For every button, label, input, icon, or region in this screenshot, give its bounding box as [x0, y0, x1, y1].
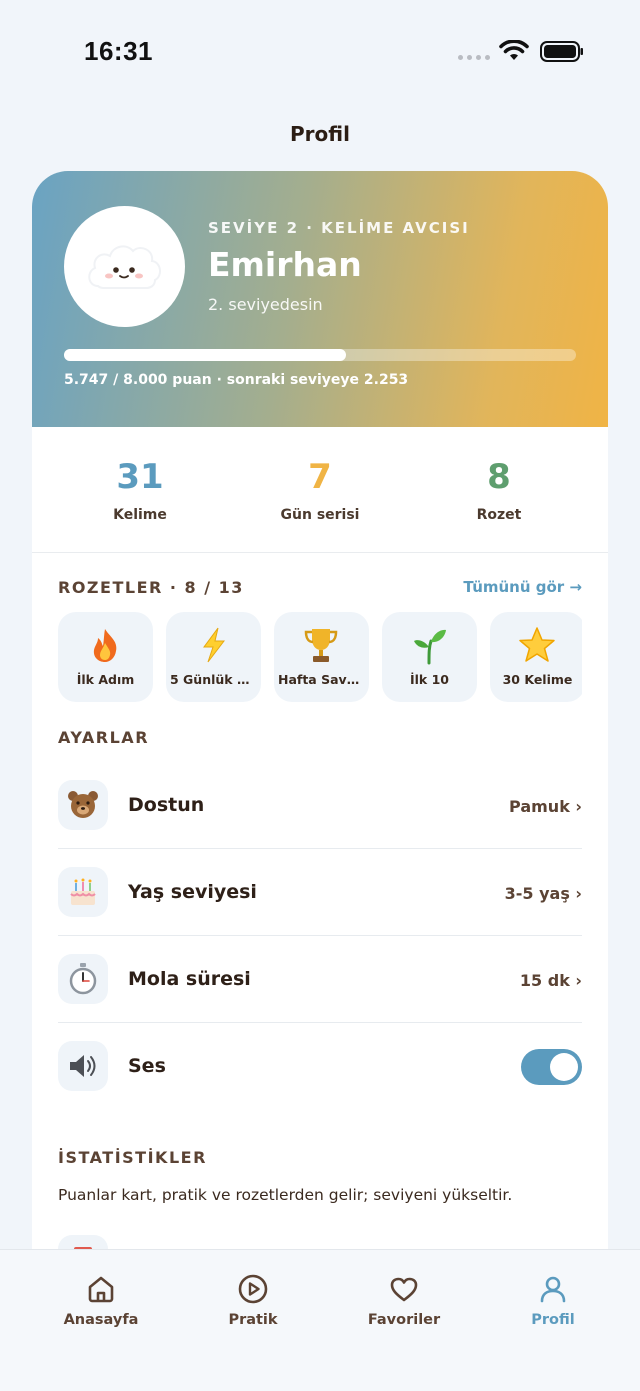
statistics-section-title: İSTATİSTİKLER	[58, 1148, 207, 1167]
tab-label: Favoriler	[367, 1312, 441, 1328]
row-label: Mola süresi	[128, 968, 251, 990]
badge-item[interactable]: İlk Adım	[58, 612, 153, 702]
stat-words: 31 Kelime	[50, 457, 230, 523]
home-icon	[88, 1276, 114, 1303]
settings-row-age-level[interactable]: Yaş seviyesi 3-5 yaş ›	[58, 849, 582, 936]
stat-badges: 8 Rozet	[409, 457, 589, 523]
badges-carousel[interactable]: İlk Adım 5 Günlük Seri Hafta Savaşçısı	[58, 612, 582, 702]
level-subtitle: 2. seviyedesin	[208, 295, 323, 314]
badge-item[interactable]: İlk 10	[382, 612, 477, 702]
cake-icon	[58, 867, 108, 917]
cloud-mascot-icon	[88, 245, 161, 289]
row-value: Pamuk ›	[509, 797, 582, 816]
stopwatch-icon	[58, 954, 108, 1004]
lightning-icon	[203, 627, 226, 663]
battery-icon	[540, 41, 583, 62]
badge-item[interactable]: 5 Günlük Seri	[166, 612, 261, 702]
badges-section-title: ROZETLER · 8 / 13	[58, 578, 244, 597]
see-all-badges-link[interactable]: Tümünü gör →	[463, 578, 582, 596]
settings-row-break-duration[interactable]: Mola süresi 15 dk ›	[58, 936, 582, 1023]
avatar[interactable]	[64, 206, 185, 327]
statistics-description: Puanlar kart, pratik ve rozetlerden geli…	[58, 1186, 513, 1204]
badge-label: 30 Kelime	[502, 672, 573, 687]
signal-icon	[458, 55, 490, 60]
seedling-icon	[414, 629, 446, 665]
status-time: 16:31	[84, 36, 153, 66]
badge-label: İlk 10	[410, 672, 449, 687]
fire-icon	[93, 629, 117, 662]
play-icon	[238, 1274, 268, 1304]
wifi-icon	[499, 40, 529, 60]
tab-home[interactable]: Anasayfa	[31, 1272, 171, 1328]
row-value: 3-5 yaş ›	[504, 884, 582, 903]
trophy-icon	[304, 629, 338, 662]
speaker-icon	[58, 1041, 108, 1091]
sound-toggle[interactable]	[521, 1049, 582, 1085]
stats-row: 31 Kelime 7 Gün serisi 8 Rozet	[32, 427, 608, 553]
stat-label: Gün serisi	[280, 507, 360, 523]
tab-practice[interactable]: Pratik	[183, 1272, 323, 1328]
page-title: Profil	[290, 122, 350, 146]
status-bar: 16:31	[0, 0, 640, 100]
user-name: Emirhan	[208, 245, 362, 284]
progress-text: 5.747 / 8.000 puan · sonraki seviyeye 2.…	[64, 372, 409, 388]
profile-card: SEVİYE 2 · KELİME AVCISI Emirhan 2. sevi…	[32, 171, 608, 1271]
badge-item[interactable]: 30 Kelime	[490, 612, 582, 702]
tab-profile[interactable]: Profil	[483, 1272, 623, 1328]
stat-value: 8	[487, 457, 511, 497]
settings-row-companion[interactable]: Dostun Pamuk ›	[58, 762, 582, 849]
level-label: SEVİYE 2 · KELİME AVCISI	[208, 219, 470, 237]
heart-icon	[390, 1277, 418, 1302]
badge-label: İlk Adım	[76, 672, 135, 687]
settings-section-title: AYARLAR	[58, 728, 150, 747]
stat-value: 7	[308, 457, 332, 497]
tab-label: Anasayfa	[63, 1312, 139, 1328]
tab-label: Profil	[531, 1312, 575, 1328]
row-label: Yaş seviyesi	[128, 881, 257, 903]
level-progress-fill	[64, 349, 346, 361]
row-label: Dostun	[128, 794, 205, 816]
badge-item[interactable]: Hafta Savaşçısı	[274, 612, 369, 702]
stat-label: Kelime	[113, 507, 167, 523]
badge-label: 5 Günlük Seri	[170, 672, 257, 687]
stat-label: Rozet	[476, 507, 522, 523]
star-icon	[519, 627, 555, 662]
badge-label: Hafta Savaşçısı	[278, 672, 365, 687]
level-progress-bar	[64, 349, 576, 361]
bear-icon	[58, 780, 108, 830]
tab-bar: Anasayfa Pratik Favoriler Profil	[0, 1249, 640, 1391]
stat-streak: 7 Gün serisi	[230, 457, 410, 523]
settings-row-sound: Ses	[58, 1023, 582, 1110]
person-icon	[540, 1276, 566, 1303]
toggle-knob	[550, 1053, 578, 1081]
tab-favorites[interactable]: Favoriler	[334, 1272, 474, 1328]
row-value: 15 dk ›	[519, 971, 582, 990]
stat-value: 31	[116, 457, 164, 497]
profile-hero: SEVİYE 2 · KELİME AVCISI Emirhan 2. sevi…	[32, 171, 608, 427]
row-label: Ses	[128, 1055, 166, 1077]
tab-label: Pratik	[228, 1312, 278, 1328]
